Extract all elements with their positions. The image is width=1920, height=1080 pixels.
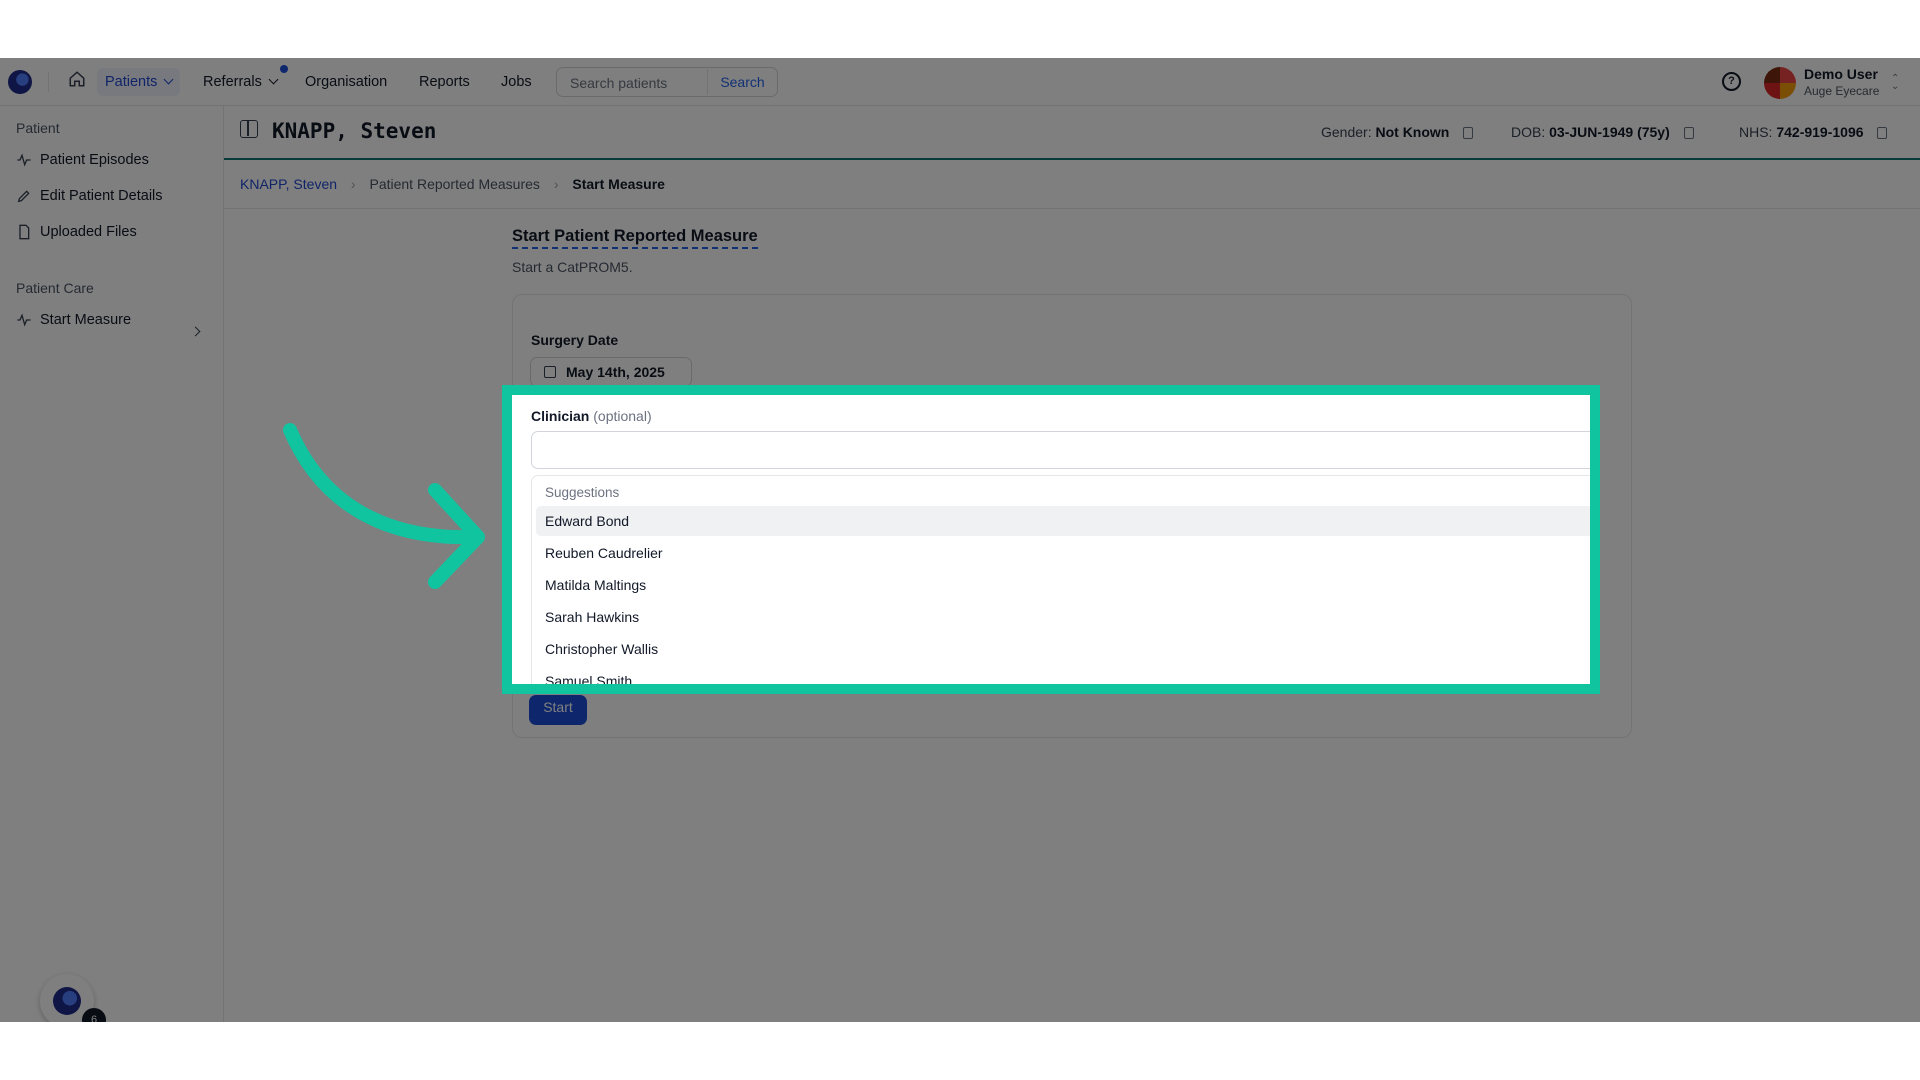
suggestion-item[interactable]: Edward Bond <box>536 506 1590 536</box>
suggestion-item[interactable]: Reuben Caudrelier <box>536 538 1590 568</box>
suggestion-item[interactable]: Sarah Hawkins <box>536 602 1590 632</box>
suggestion-item[interactable]: Matilda Maltings <box>536 570 1590 600</box>
suggestion-item[interactable]: Samuel Smith <box>536 666 1590 684</box>
suggestion-item[interactable]: Christopher Wallis <box>536 634 1590 664</box>
clinician-label: Clinician (optional) <box>531 408 652 424</box>
clinician-input[interactable] <box>531 431 1590 469</box>
app-screen: Patients Referrals Organisation Reports … <box>0 58 1920 1022</box>
pointer-arrow-icon <box>283 423 485 589</box>
optional-hint: (optional) <box>593 408 652 424</box>
suggestions-heading: Suggestions <box>545 485 620 500</box>
clinician-label-text: Clinician <box>531 408 590 424</box>
clinician-suggestions: Suggestions Edward Bond Reuben Caudrelie… <box>531 475 1590 684</box>
clinician-highlight: Clinician (optional) Suggestions Edward … <box>502 385 1600 694</box>
